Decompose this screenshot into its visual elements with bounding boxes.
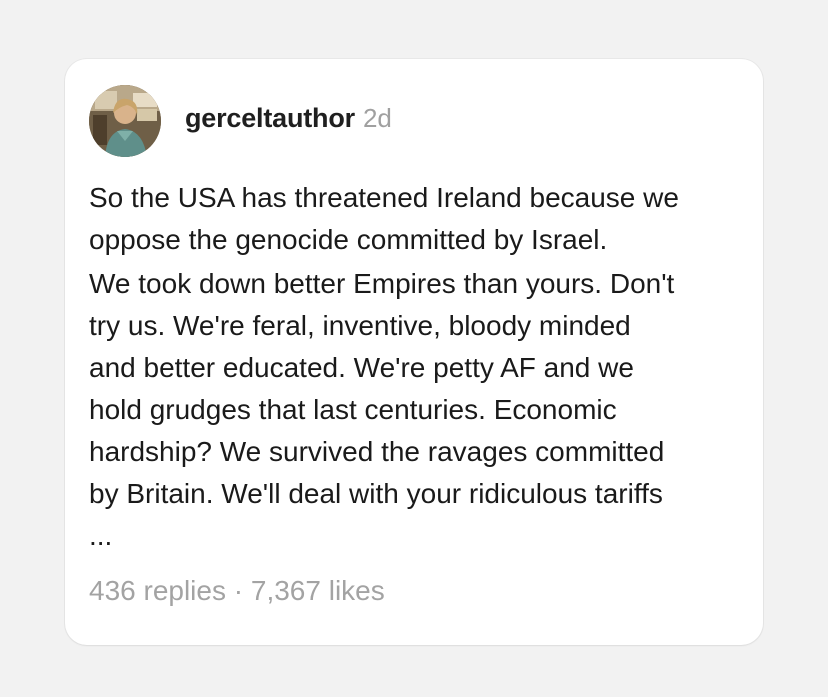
post-card[interactable]: gerceltauthor 2d So the USA has threaten…	[65, 59, 763, 645]
post-timestamp[interactable]: 2d	[363, 103, 392, 134]
post-paragraph: So the USA has threatened Ireland becaus…	[89, 182, 679, 255]
post-header: gerceltauthor 2d	[185, 103, 392, 134]
post-body[interactable]: So the USA has threatened Ireland becaus…	[89, 177, 749, 557]
avatar-photo-icon	[89, 85, 161, 157]
avatar[interactable]	[89, 85, 161, 157]
username-link[interactable]: gerceltauthor	[185, 103, 355, 134]
likes-count-link[interactable]: 7,367 likes	[251, 575, 385, 606]
post-paragraph: We took down better Empires than yours. …	[89, 268, 675, 551]
stats-separator: ·	[225, 575, 251, 606]
replies-count-link[interactable]: 436 replies	[89, 575, 226, 606]
post-stats: 436 replies · 7,367 likes	[89, 575, 385, 607]
